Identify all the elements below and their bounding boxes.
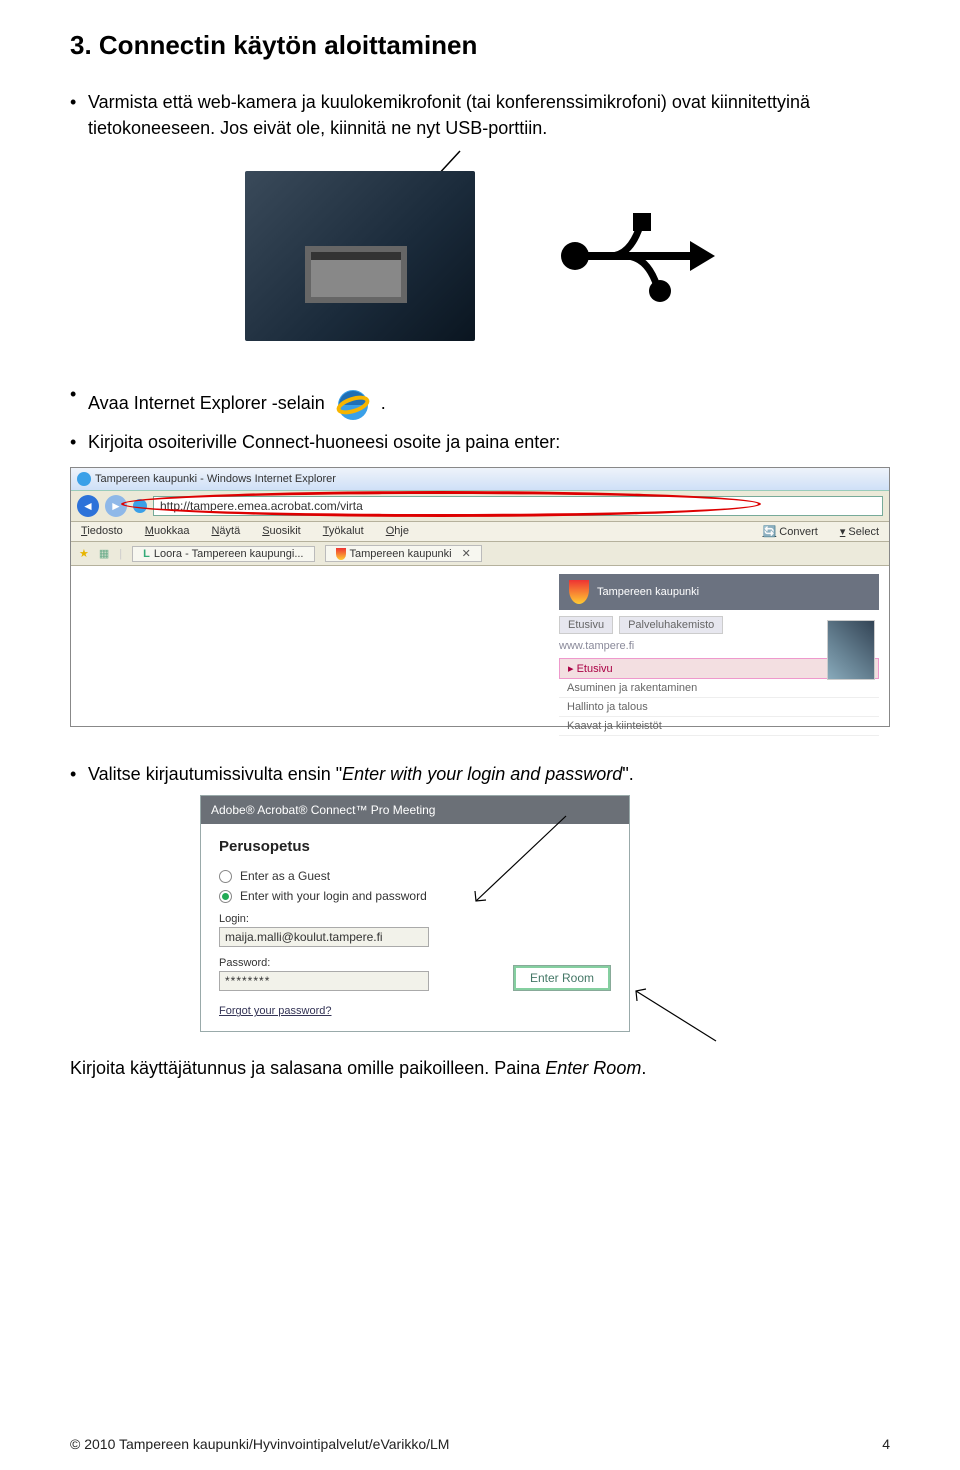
arrow-to-radio-login bbox=[471, 846, 571, 906]
usb-logo-icon bbox=[555, 191, 715, 321]
bullet-open-ie-text: Avaa Internet Explorer -selain bbox=[88, 390, 325, 416]
site-tab-palveluhakemisto[interactable]: Palveluhakemisto bbox=[619, 616, 723, 634]
ie-small-icon bbox=[77, 472, 91, 486]
section-heading: 3. Connectin käytön aloittaminen bbox=[70, 30, 890, 61]
browser-window-title: Tampereen kaupunki - Windows Internet Ex… bbox=[95, 473, 336, 485]
site-tab-etusivu[interactable]: Etusivu bbox=[559, 616, 613, 634]
bullet-select-login-option: Valitse kirjautumissivulta ensin "Enter … bbox=[88, 761, 890, 787]
nav-item-hallinto[interactable]: Hallinto ja talous bbox=[559, 698, 879, 717]
enter-room-button[interactable]: Enter Room bbox=[513, 965, 611, 991]
forgot-password-link[interactable]: Forgot your password? bbox=[219, 1005, 332, 1017]
login-field-label: Login: bbox=[219, 913, 611, 925]
select-button[interactable]: ▾ Select bbox=[840, 525, 879, 538]
site-brand-text: Tampereen kaupunki bbox=[597, 586, 699, 598]
browser-tab-2[interactable]: Tampereen kaupunki ✕ bbox=[325, 545, 482, 562]
login-dialog-title: Adobe® Acrobat® Connect™ Pro Meeting bbox=[201, 796, 629, 824]
nav-back-icon[interactable]: ◄ bbox=[77, 495, 99, 517]
closing-instruction: Kirjoita käyttäjätunnus ja salasana omil… bbox=[70, 1058, 890, 1079]
radio-guest[interactable] bbox=[219, 870, 232, 883]
nav-forward-icon[interactable]: ► bbox=[105, 495, 127, 517]
browser-menu-bar: Tiedosto Muokkaa Näytä Suosikit Työkalut… bbox=[71, 522, 889, 542]
usb-port-photo bbox=[245, 171, 475, 341]
login-input[interactable]: maija.malli@koulut.tampere.fi bbox=[219, 927, 429, 947]
menu-tools[interactable]: Työkalut bbox=[323, 525, 364, 538]
nav-item-kaavat[interactable]: Kaavat ja kiinteistöt bbox=[559, 717, 879, 736]
menu-edit[interactable]: Muokkaa bbox=[145, 525, 190, 538]
nav-item-asuminen[interactable]: Asuminen ja rakentaminen bbox=[559, 679, 879, 698]
radio-login[interactable] bbox=[219, 890, 232, 903]
browser-tab-1[interactable]: L Loora - Tampereen kaupungi... bbox=[132, 546, 314, 562]
coat-of-arms-icon bbox=[569, 580, 589, 604]
page-number: 4 bbox=[882, 1436, 890, 1452]
menu-help[interactable]: Ohje bbox=[386, 525, 409, 538]
arrow-to-enter-room bbox=[631, 986, 721, 1046]
address-bar[interactable]: http://tampere.emea.acrobat.com/virta bbox=[153, 496, 883, 516]
internet-explorer-icon bbox=[331, 381, 375, 425]
bullet-write-address: Kirjoita osoiteriville Connect-huoneesi … bbox=[88, 429, 890, 455]
ie-url-icon bbox=[133, 499, 147, 513]
site-thumbnail bbox=[827, 620, 875, 680]
toolbar-grid-icon[interactable]: ▦ bbox=[99, 547, 109, 560]
favorites-star-icon[interactable]: ★ bbox=[79, 547, 89, 560]
bullet-prerequisite: Varmista että web-kamera ja kuulokemikro… bbox=[88, 89, 890, 141]
bullet-open-ie: Avaa Internet Explorer -selain . bbox=[88, 381, 890, 425]
bullet-open-ie-period: . bbox=[381, 390, 386, 416]
password-input[interactable]: ******** bbox=[219, 971, 429, 991]
convert-button[interactable]: 🔄 Convert bbox=[763, 525, 818, 538]
radio-login-label: Enter with your login and password bbox=[240, 889, 427, 903]
login-dialog: Adobe® Acrobat® Connect™ Pro Meeting Per… bbox=[200, 795, 630, 1032]
menu-file[interactable]: Tiedosto bbox=[81, 525, 123, 538]
menu-favorites[interactable]: Suosikit bbox=[262, 525, 301, 538]
menu-view[interactable]: Näytä bbox=[211, 525, 240, 538]
footer-copyright: © 2010 Tampereen kaupunki/Hyvinvointipal… bbox=[70, 1436, 449, 1452]
close-tab-icon[interactable]: ✕ bbox=[456, 547, 471, 560]
radio-guest-label: Enter as a Guest bbox=[240, 869, 330, 883]
browser-screenshot: Tampereen kaupunki - Windows Internet Ex… bbox=[70, 467, 890, 727]
